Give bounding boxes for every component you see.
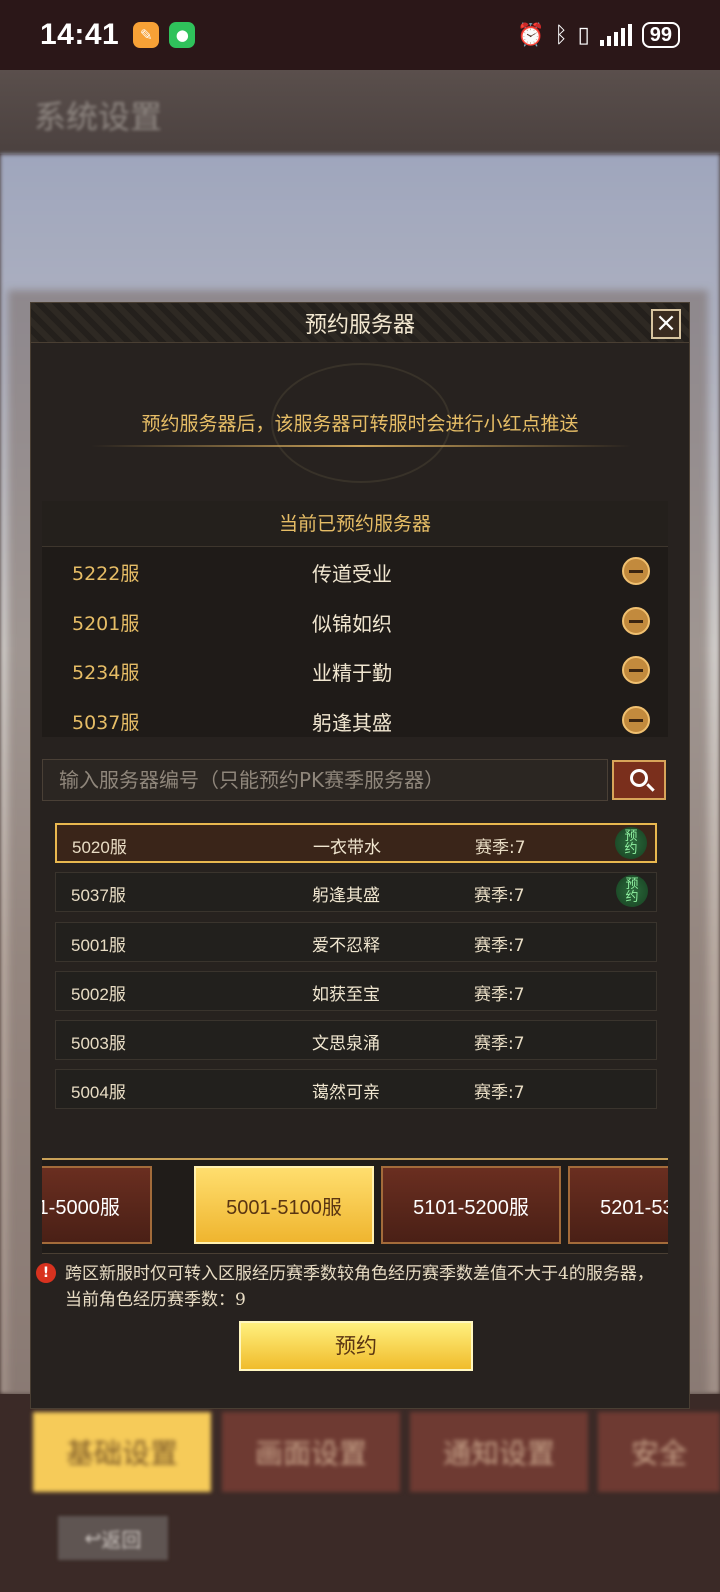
server-season: 赛季:7	[474, 984, 525, 1005]
server-id: 5004服	[71, 1083, 126, 1103]
remove-reservation-button[interactable]	[622, 557, 650, 585]
reserved-row: 5037服 躬逢其盛	[42, 696, 668, 738]
range-tab-5001-5100[interactable]: 5001-5100服	[194, 1166, 374, 1244]
reserved-badge: 预约	[616, 875, 648, 908]
server-row[interactable]: 5020服 一衣带水 赛季:7 预约	[55, 823, 657, 863]
server-row[interactable]: 5037服 躬逢其盛 赛季:7 预约	[55, 872, 657, 913]
signal-icon	[599, 24, 632, 46]
dialog-title: 预约服务器	[304, 313, 415, 338]
server-list[interactable]: 5020服 一衣带水 赛季:7 预约 5037服 躬逢其盛 赛季:7 预约 50…	[55, 823, 657, 1135]
vibrate-icon: ▯	[577, 22, 590, 48]
tab-graphics-settings: 画面设置	[222, 1412, 400, 1492]
reserved-server-id: 5222服	[72, 563, 140, 585]
close-icon: ×	[655, 308, 677, 338]
reserved-server-id: 5234服	[72, 662, 140, 684]
close-button[interactable]: ×	[651, 309, 681, 339]
tab-notification-settings: 通知设置	[410, 1412, 588, 1492]
server-name: 一衣带水	[313, 838, 381, 858]
server-row[interactable]: 5004服 蔼然可亲 赛季:7	[55, 1069, 657, 1110]
range-tab-5201-5300[interactable]: 5201-5300服	[568, 1166, 668, 1244]
server-name: 蔼然可亲	[312, 1083, 380, 1104]
status-bar: 14:41 ✎ ● ⏰ ᛒ ▯ 99	[0, 0, 720, 70]
reserved-server-id: 5037服	[72, 711, 140, 734]
background-title: 系统设置	[34, 98, 163, 136]
server-season: 赛季:7	[474, 1083, 525, 1104]
server-season: 赛季:7	[475, 838, 526, 858]
server-row[interactable]: 5002服 如获至宝 赛季:7	[55, 970, 657, 1011]
reserve-server-dialog: 预约服务器 × 预约服务器后，该服务器可转服时会进行小红点推送 当前已预约服务器…	[30, 302, 690, 1409]
reserved-header: 当前已预约服务器	[42, 501, 668, 547]
remove-reservation-button[interactable]	[622, 606, 650, 635]
reserved-server-id: 5201服	[72, 612, 140, 635]
server-id: 5001服	[71, 935, 126, 955]
remove-reservation-button[interactable]	[622, 656, 650, 684]
reserve-button[interactable]: 预约	[239, 1321, 473, 1371]
server-row[interactable]: 5001服 爱不忍释 赛季:7	[55, 921, 657, 962]
server-name: 如获至宝	[312, 984, 380, 1005]
server-name: 爱不忍释	[312, 935, 380, 956]
tab-security-settings: 安全	[598, 1412, 720, 1492]
server-id: 5002服	[71, 984, 126, 1004]
server-search-input[interactable]: 输入服务器编号（只能预约PK赛季服务器）	[42, 759, 608, 801]
server-season: 赛季:7	[474, 886, 525, 907]
range-tabs[interactable]: 4901-5000服 5001-5100服 5101-5200服 5201-53…	[42, 1158, 668, 1254]
reserved-server-name: 传道受业	[312, 562, 392, 586]
reserved-servers-panel[interactable]: 当前已预约服务器 5222服 传道受业 5201服 似锦如织 5234服 业精于…	[42, 501, 668, 737]
notice-divider	[91, 445, 631, 447]
server-name: 文思泉涌	[312, 1034, 380, 1055]
reserved-server-name: 躬逢其盛	[312, 710, 392, 735]
server-row[interactable]: 5003服 文思泉涌 赛季:7	[55, 1020, 657, 1061]
range-tab-5101-5200[interactable]: 5101-5200服	[381, 1166, 561, 1244]
warning-icon: !	[36, 1263, 56, 1283]
server-id: 5020服	[72, 838, 127, 857]
back-label: 返回	[101, 1527, 142, 1552]
battery-icon: 99	[641, 22, 680, 48]
server-id: 5037服	[71, 886, 126, 906]
tab-basic-settings: 基础设置	[33, 1412, 211, 1492]
status-icons: ⏰ ᛒ ▯ 99	[517, 22, 680, 48]
reserved-server-name: 业精于勤	[312, 661, 392, 685]
search-button[interactable]	[612, 760, 666, 800]
reserved-row: 5201服 似锦如织	[42, 597, 668, 647]
remove-reservation-button[interactable]	[622, 705, 650, 734]
server-name: 躬逢其盛	[312, 886, 380, 907]
notice-text: 预约服务器后，该服务器可转服时会进行小红点推送	[141, 413, 579, 435]
bluetooth-icon: ᛒ	[554, 22, 568, 48]
reserved-badge: 预约	[615, 827, 647, 859]
status-time: 14:41	[40, 18, 120, 51]
range-tab-4901-5000[interactable]: 4901-5000服	[42, 1166, 152, 1244]
wechat-icon: ●	[169, 22, 196, 48]
server-id: 5003服	[71, 1034, 126, 1054]
orange-app-icon: ✎	[133, 22, 160, 48]
reserved-row: 5222服 传道受业	[42, 547, 668, 597]
reserved-row: 5234服 业精于勤	[42, 646, 668, 696]
back-button: ↩ 返回	[58, 1516, 168, 1560]
warning-text: 跨区新服时仅可转入区服经历赛季数较角色经历赛季数差值不大于4的服务器，当前角色经…	[65, 1264, 654, 1310]
reserved-server-name: 似锦如织	[312, 611, 392, 636]
alarm-icon: ⏰	[517, 22, 545, 48]
server-season: 赛季:7	[474, 935, 525, 956]
server-season: 赛季:7	[474, 1034, 525, 1055]
